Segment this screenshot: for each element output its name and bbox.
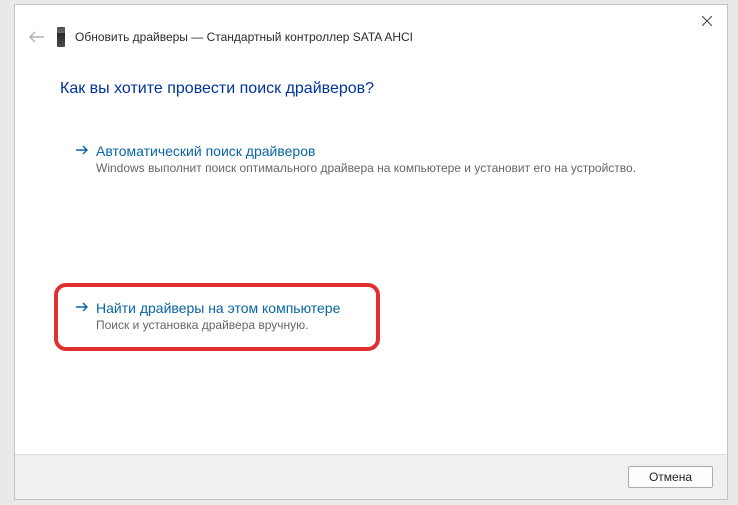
option-auto-title: Автоматический поиск драйверов — [96, 142, 654, 160]
cancel-button[interactable]: Отмена — [628, 466, 713, 488]
back-arrow-icon — [29, 31, 45, 43]
option-browse-title: Найти драйверы на этом компьютере — [96, 299, 340, 317]
option-browse-body: Найти драйверы на этом компьютере Поиск … — [96, 299, 340, 333]
option-browse-desc: Поиск и установка драйвера вручную. — [96, 318, 340, 333]
update-driver-dialog: Обновить драйверы — Стандартный контролл… — [14, 4, 728, 500]
content-area: Как вы хотите провести поиск драйверов? … — [60, 80, 697, 184]
arrow-right-icon — [74, 142, 90, 160]
dialog-title: Обновить драйверы — Стандартный контролл… — [75, 30, 413, 44]
option-browse-computer[interactable]: Найти драйверы на этом компьютере Поиск … — [64, 293, 350, 341]
option-auto-desc: Windows выполнит поиск оптимального драй… — [96, 161, 654, 176]
arrow-right-icon — [74, 299, 90, 317]
close-icon — [702, 16, 712, 26]
close-button[interactable] — [693, 11, 721, 31]
footer: Отмена — [15, 454, 727, 499]
highlight-box: Найти драйверы на этом компьютере Поиск … — [54, 283, 380, 351]
header-row: Обновить драйверы — Стандартный контролл… — [27, 27, 413, 47]
page-heading: Как вы хотите провести поиск драйверов? — [60, 80, 697, 98]
device-icon — [57, 27, 65, 47]
option-auto-search[interactable]: Автоматический поиск драйверов Windows в… — [64, 136, 664, 184]
option-auto-body: Автоматический поиск драйверов Windows в… — [96, 142, 654, 176]
back-button[interactable] — [27, 27, 47, 47]
